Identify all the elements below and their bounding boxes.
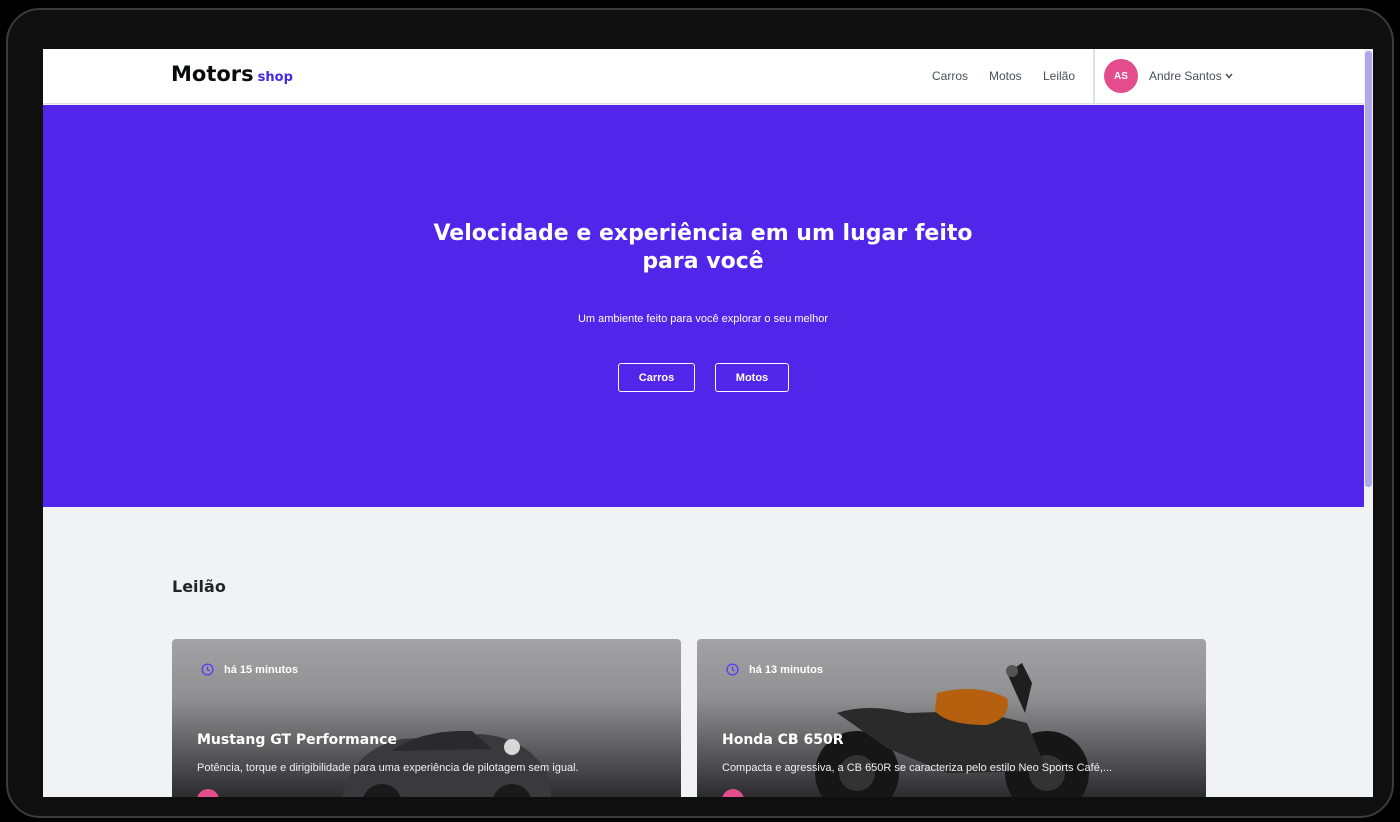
scrollbar-thumb[interactable] xyxy=(1365,51,1372,487)
motorcycle-image xyxy=(815,663,1089,797)
clock-icon xyxy=(201,663,214,676)
seller-avatar xyxy=(722,789,744,797)
avatar[interactable]: AS xyxy=(1104,59,1138,93)
nav-divider xyxy=(1093,49,1095,104)
hero-title: Velocidade e experiência em um lugar fei… xyxy=(433,221,973,274)
section-title-leilao: Leilão xyxy=(172,577,226,596)
card-title: Honda CB 650R xyxy=(722,732,844,748)
top-header: Motors shop Carros Motos Leilão AS Andre … xyxy=(43,49,1364,104)
clock-icon xyxy=(726,663,739,676)
card-time-text: há 15 minutos xyxy=(224,663,298,676)
card-title: Mustang GT Performance xyxy=(197,732,397,748)
browser-viewport: Motors shop Carros Motos Leilão AS Andre … xyxy=(43,49,1373,797)
auction-card[interactable]: há 15 minutos Mustang GT Performance Pot… xyxy=(172,639,681,797)
hero-button-motos[interactable]: Motos xyxy=(715,363,789,392)
card-time-text: há 13 minutos xyxy=(749,663,823,676)
hero-button-carros[interactable]: Carros xyxy=(618,363,695,392)
logo-main: Motors xyxy=(171,62,254,86)
user-name[interactable]: Andre Santos xyxy=(1149,69,1222,83)
nav-link-leilao[interactable]: Leilão xyxy=(1043,69,1075,83)
nav-link-motos[interactable]: Motos xyxy=(989,69,1022,83)
seller-avatar xyxy=(197,789,219,797)
card-time: há 13 minutos xyxy=(726,663,823,676)
logo[interactable]: Motors shop xyxy=(171,62,293,86)
chevron-down-icon[interactable] xyxy=(1225,73,1233,79)
nav-link-carros[interactable]: Carros xyxy=(932,69,968,83)
card-time: há 15 minutos xyxy=(201,663,298,676)
device-frame: Motors shop Carros Motos Leilão AS Andre … xyxy=(6,8,1394,818)
car-image xyxy=(342,730,552,797)
logo-sub: shop xyxy=(257,70,293,85)
hero-banner: Velocidade e experiência em um lugar fei… xyxy=(43,105,1364,507)
auction-card[interactable]: há 13 minutos Honda CB 650R Compacta e a… xyxy=(697,639,1206,797)
card-description: Compacta e agressiva, a CB 650R se carac… xyxy=(722,762,1113,774)
card-description: Potência, torque e dirigibilidade para u… xyxy=(197,762,579,774)
hero-subtitle: Um ambiente feito para você explorar o s… xyxy=(577,313,829,325)
